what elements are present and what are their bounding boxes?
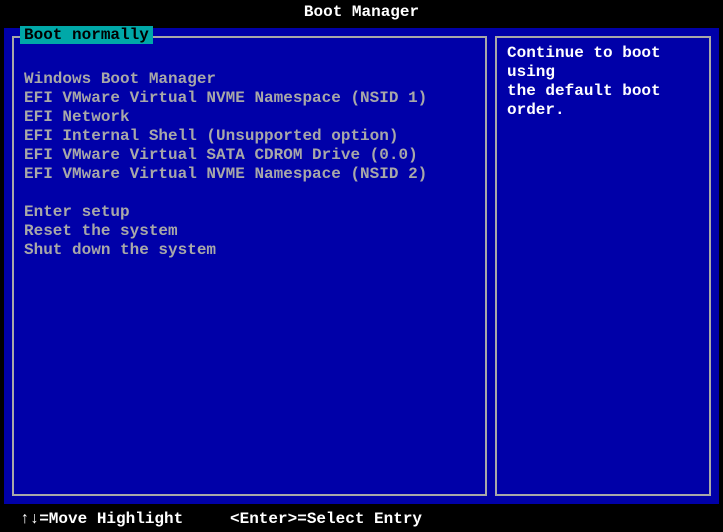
help-panel: Continue to boot using the default boot …	[495, 36, 711, 496]
menu-item-sata-cdrom[interactable]: EFI VMware Virtual SATA CDROM Drive (0.0…	[24, 146, 475, 165]
menu-item-efi-network[interactable]: EFI Network	[24, 108, 475, 127]
hint-move-highlight: ↑↓=Move Highlight	[20, 510, 230, 528]
title-bar: Boot Manager	[0, 0, 723, 26]
menu-item-shutdown[interactable]: Shut down the system	[24, 241, 475, 260]
main-area: Boot normally Windows Boot Manager EFI V…	[4, 28, 719, 504]
menu-item-enter-setup[interactable]: Enter setup	[24, 203, 475, 222]
hint-select-entry: <Enter>=Select Entry	[230, 510, 703, 528]
help-text-line1: Continue to boot using	[507, 44, 699, 82]
page-title: Boot Manager	[304, 3, 419, 21]
menu-item-nvme-nsid1[interactable]: EFI VMware Virtual NVME Namespace (NSID …	[24, 89, 475, 108]
menu-list: Windows Boot Manager EFI VMware Virtual …	[14, 38, 485, 270]
menu-separator	[24, 184, 475, 203]
boot-menu-panel: Boot normally Windows Boot Manager EFI V…	[12, 36, 487, 496]
footer-hints: ↑↓=Move Highlight <Enter>=Select Entry	[0, 510, 723, 528]
menu-item-efi-shell[interactable]: EFI Internal Shell (Unsupported option)	[24, 127, 475, 146]
selected-menu-item[interactable]: Boot normally	[20, 26, 153, 44]
menu-item-windows-boot-manager[interactable]: Windows Boot Manager	[24, 70, 475, 89]
menu-item-reset-system[interactable]: Reset the system	[24, 222, 475, 241]
help-text-line2: the default boot order.	[507, 82, 699, 120]
menu-item-nvme-nsid2[interactable]: EFI VMware Virtual NVME Namespace (NSID …	[24, 165, 475, 184]
